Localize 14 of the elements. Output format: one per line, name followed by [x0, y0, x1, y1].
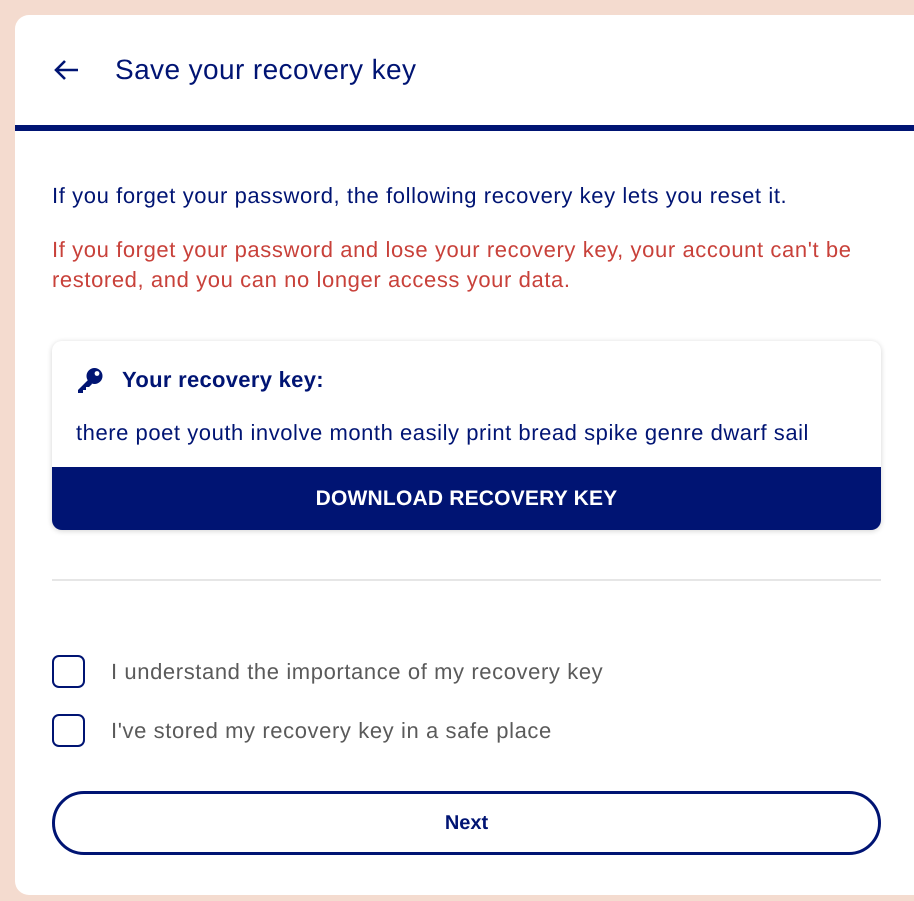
key-icon: [76, 367, 104, 393]
warning-text: If you forget your password and lose your recovery key, your account can't be restored, and you can no longer access your data.: [52, 236, 853, 294]
download-button[interactable]: DOWNLOAD RECOVERY KEY: [52, 467, 881, 530]
recovery-key-label: Your recovery key:: [122, 367, 324, 393]
page-title: Save your recovery key: [115, 54, 416, 86]
back-arrow-icon: [53, 59, 79, 81]
checkbox-label: I've stored my recovery key in a safe place: [111, 718, 552, 744]
back-button[interactable]: [53, 59, 79, 81]
checkbox-label: I understand the importance of my recovery key: [111, 658, 604, 684]
next-button[interactable]: Next: [52, 791, 881, 855]
recovery-key-text: there poet youth involve month easily print bread spike genre dwarf sail: [75, 419, 810, 447]
checkbox[interactable]: [52, 714, 85, 747]
intro-text: If you forget your password, the following recovery key lets you reset it.: [52, 182, 788, 210]
checkbox[interactable]: [52, 655, 85, 688]
